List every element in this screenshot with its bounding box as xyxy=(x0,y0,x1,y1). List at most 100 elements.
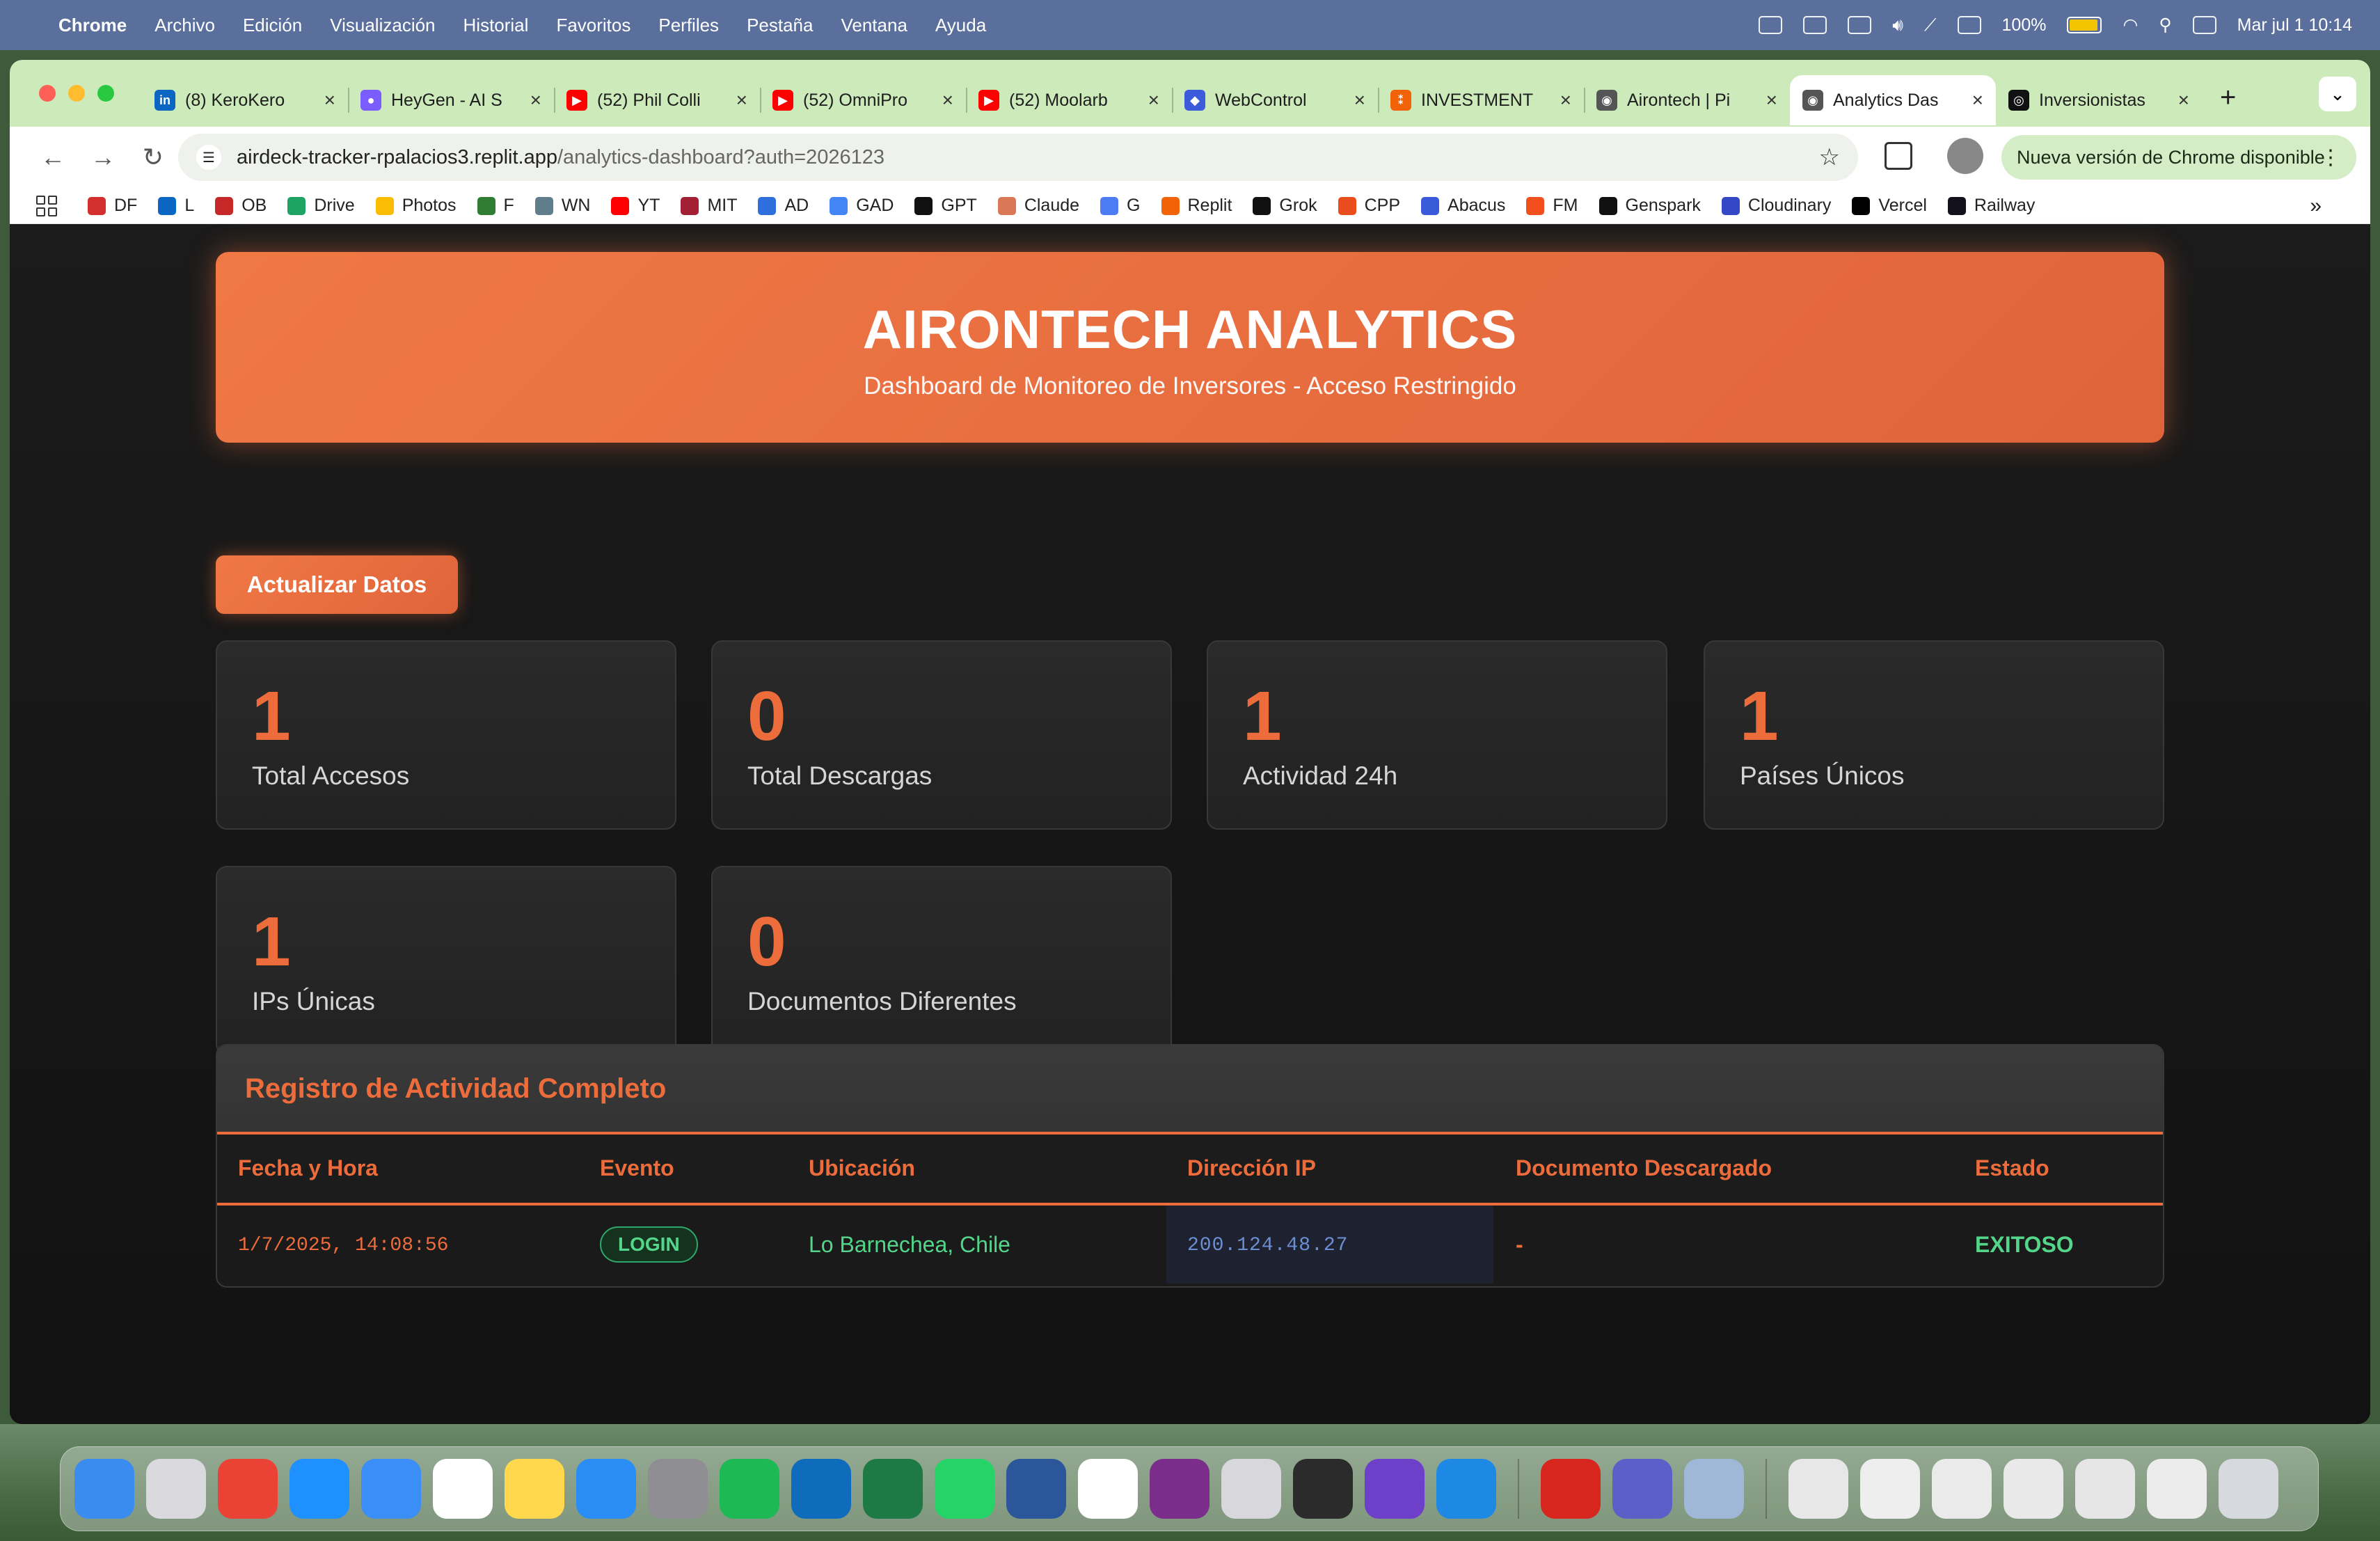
dock-acrobat-icon[interactable] xyxy=(1541,1459,1601,1519)
dock-mail-icon[interactable] xyxy=(361,1459,421,1519)
forward-arrow-icon[interactable]: → xyxy=(78,143,128,172)
bookmark-item[interactable]: DF xyxy=(88,196,137,216)
bookmark-item[interactable]: Genspark xyxy=(1598,196,1701,216)
close-tab-icon[interactable]: × xyxy=(1354,89,1365,111)
browser-tab[interactable]: ◆ WebControl × xyxy=(1172,75,1378,125)
bookmark-item[interactable]: OB xyxy=(215,196,267,216)
apps-grid-icon[interactable] xyxy=(36,195,57,216)
close-tab-icon[interactable]: × xyxy=(1148,89,1159,111)
bookmark-item[interactable]: YT xyxy=(611,196,660,216)
bluetooth-icon[interactable]: ⟋ xyxy=(1924,15,1937,35)
bookmark-item[interactable]: CPP xyxy=(1338,196,1400,216)
site-info-icon[interactable]: ☰ xyxy=(196,145,221,170)
kebab-menu-icon[interactable]: ⋮ xyxy=(2320,145,2341,170)
dock-calendar-icon[interactable] xyxy=(433,1459,493,1519)
bookmark-item[interactable]: F xyxy=(477,196,514,216)
bookmark-item[interactable]: Photos xyxy=(375,196,457,216)
browser-tab[interactable]: ▶ (52) Phil Colli × xyxy=(554,75,760,125)
clock[interactable]: Mar jul 1 10:14 xyxy=(2237,15,2352,35)
dock-excel-icon[interactable] xyxy=(863,1459,923,1519)
address-bar[interactable]: ☰ airdeck-tracker-rpalacios3.replit.app /… xyxy=(178,134,1858,181)
close-tab-icon[interactable]: × xyxy=(1972,89,1983,111)
chrome-update-button[interactable]: Nueva versión de Chrome disponible ⋮ xyxy=(2001,135,2356,180)
display-icon[interactable] xyxy=(1803,16,1827,34)
dock-podcast-ring-icon[interactable] xyxy=(1150,1459,1209,1519)
dock-system-settings-icon[interactable] xyxy=(648,1459,708,1519)
dock-doc-3-icon[interactable] xyxy=(1932,1459,1992,1519)
dock-teams-icon[interactable] xyxy=(1612,1459,1672,1519)
bookmark-item[interactable]: Drive xyxy=(287,196,355,216)
menu-historial[interactable]: Historial xyxy=(463,15,529,36)
refresh-data-button[interactable]: Actualizar Datos xyxy=(216,555,458,614)
reload-icon[interactable]: ↻ xyxy=(128,143,178,172)
zoom-window-button[interactable] xyxy=(97,85,114,102)
browser-tab[interactable]: ▶ (52) Moolarb × xyxy=(966,75,1172,125)
browser-tab[interactable]: ▶ (52) OmniPro × xyxy=(760,75,966,125)
bookmark-item[interactable]: Claude xyxy=(997,196,1079,216)
dock-github-desktop-icon[interactable] xyxy=(1365,1459,1425,1519)
dock-calendar-31-icon[interactable] xyxy=(1078,1459,1138,1519)
bookmark-item[interactable]: GPT xyxy=(914,196,977,216)
bookmark-item[interactable]: Cloudinary xyxy=(1721,196,1831,216)
dock-chrome-icon[interactable] xyxy=(218,1459,278,1519)
close-tab-icon[interactable]: × xyxy=(736,89,747,111)
dock-notes-icon[interactable] xyxy=(505,1459,564,1519)
dock-replit-icon[interactable] xyxy=(1293,1459,1353,1519)
dock-vscode-icon[interactable] xyxy=(1436,1459,1496,1519)
dock-finder-icon[interactable] xyxy=(74,1459,134,1519)
dock-doc-6-icon[interactable] xyxy=(2147,1459,2207,1519)
drive-icon[interactable] xyxy=(1848,16,1872,34)
menu-app-name[interactable]: Chrome xyxy=(58,15,127,36)
dock-keynote-icon[interactable] xyxy=(576,1459,636,1519)
dock-doc-4-icon[interactable] xyxy=(2004,1459,2063,1519)
close-tab-icon[interactable]: × xyxy=(2178,89,2189,111)
new-tab-plus-icon[interactable]: + xyxy=(2220,82,2236,127)
menu-ayuda[interactable]: Ayuda xyxy=(935,15,986,36)
dock-trash-icon[interactable] xyxy=(2219,1459,2278,1519)
bookmark-item[interactable]: GAD xyxy=(830,196,894,216)
back-arrow-icon[interactable]: ← xyxy=(28,143,78,172)
control-center-icon[interactable] xyxy=(2192,16,2216,34)
bookmark-item[interactable]: G xyxy=(1100,196,1141,216)
extensions-puzzle-icon[interactable] xyxy=(1885,142,1912,170)
close-tab-icon[interactable]: × xyxy=(530,89,541,111)
menu-edicion[interactable]: Edición xyxy=(243,15,302,36)
bookmark-item[interactable]: Railway xyxy=(1947,196,2035,216)
menu-visualizacion[interactable]: Visualización xyxy=(330,15,435,36)
bookmark-item[interactable]: Replit xyxy=(1161,196,1232,216)
menu-perfiles[interactable]: Perfiles xyxy=(658,15,719,36)
profile-avatar[interactable] xyxy=(1947,138,1983,174)
spotlight-search-icon[interactable]: ⚲ xyxy=(2159,15,2171,35)
dock-launchpad-icon[interactable] xyxy=(146,1459,206,1519)
browser-tab[interactable]: in (8) KeroKero × xyxy=(142,75,348,125)
browser-tab[interactable]: ◉ Analytics Das × xyxy=(1790,75,1996,125)
bookmark-star-icon[interactable]: ☆ xyxy=(1819,143,1840,171)
browser-tab[interactable]: ◉ Airontech | Pi × xyxy=(1584,75,1790,125)
dock-doc-1-icon[interactable] xyxy=(1788,1459,1848,1519)
close-tab-icon[interactable]: × xyxy=(1560,89,1571,111)
bookmark-item[interactable]: Abacus xyxy=(1421,196,1505,216)
browser-tab[interactable]: ⁑ INVESTMENT × xyxy=(1378,75,1584,125)
dock-doc-2-icon[interactable] xyxy=(1860,1459,1920,1519)
browser-tab[interactable]: ◎ Inversionistas × xyxy=(1996,75,2202,125)
menu-ventana[interactable]: Ventana xyxy=(841,15,907,36)
volume-icon[interactable]: 🔊︎ xyxy=(1892,15,1903,35)
bookmark-item[interactable]: Grok xyxy=(1253,196,1317,216)
menu-archivo[interactable]: Archivo xyxy=(154,15,215,36)
menu-pestana[interactable]: Pestaña xyxy=(747,15,813,36)
dock-whatsapp-icon[interactable] xyxy=(935,1459,994,1519)
bookmark-item[interactable]: Vercel xyxy=(1852,196,1927,216)
screen-share-icon[interactable] xyxy=(1759,16,1783,34)
bookmark-item[interactable]: AD xyxy=(758,196,809,216)
close-tab-icon[interactable]: × xyxy=(324,89,335,111)
close-window-button[interactable] xyxy=(39,85,56,102)
menu-favoritos[interactable]: Favoritos xyxy=(556,15,630,36)
dock-word-icon[interactable] xyxy=(1006,1459,1066,1519)
close-tab-icon[interactable]: × xyxy=(1766,89,1777,111)
browser-tab[interactable]: ● HeyGen - AI S × xyxy=(348,75,554,125)
dock-spotify-icon[interactable] xyxy=(720,1459,779,1519)
bookmark-item[interactable]: WN xyxy=(534,196,590,216)
dock-iphone-mirroring-icon[interactable] xyxy=(1221,1459,1281,1519)
minimize-window-button[interactable] xyxy=(68,85,85,102)
bookmark-item[interactable]: MIT xyxy=(681,196,737,216)
